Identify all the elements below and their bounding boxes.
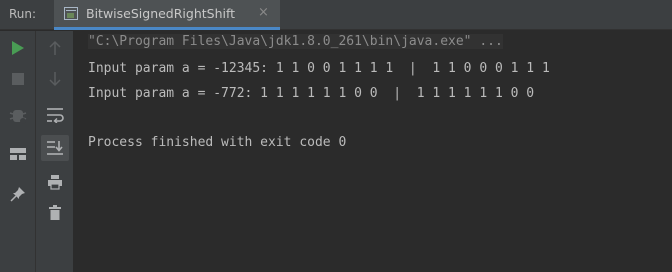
soft-wrap-icon[interactable]	[43, 104, 67, 126]
scroll-to-end-icon[interactable]	[41, 135, 69, 161]
trash-icon[interactable]	[43, 202, 67, 224]
run-config-icon	[64, 7, 78, 20]
console-line: Input param a = -772: 1 1 1 1 1 1 0 0 | …	[88, 86, 535, 101]
pin-icon[interactable]	[6, 183, 30, 205]
debug-icon[interactable]	[6, 105, 30, 127]
console-output[interactable]: "C:\Program Files\Java\jdk1.8.0_261\bin\…	[74, 31, 672, 272]
stop-icon[interactable]	[6, 68, 30, 90]
run-label: Run:	[9, 7, 37, 21]
console-command-line: "C:\Program Files\Java\jdk1.8.0_261\bin\…	[88, 34, 503, 49]
arrow-down-icon[interactable]	[43, 68, 67, 90]
console-toolbar	[36, 31, 74, 272]
print-icon[interactable]	[43, 171, 67, 193]
close-tab-icon[interactable]: ×	[258, 5, 269, 20]
tab-title: BitwiseSignedRightShift	[86, 6, 236, 21]
run-icon[interactable]	[6, 37, 30, 59]
layout-icon[interactable]	[6, 143, 30, 165]
arrow-up-icon[interactable]	[43, 37, 67, 59]
tab-bitwise-signed-right-shift[interactable]: BitwiseSignedRightShift ×	[54, 0, 280, 30]
console-exit-line: Process finished with exit code 0	[88, 135, 347, 150]
run-panel-header: Run: BitwiseSignedRightShift ×	[0, 0, 672, 30]
console-line: Input param a = -12345: 1 1 0 0 1 1 1 1 …	[88, 61, 550, 76]
run-toolbar-left	[0, 31, 36, 272]
